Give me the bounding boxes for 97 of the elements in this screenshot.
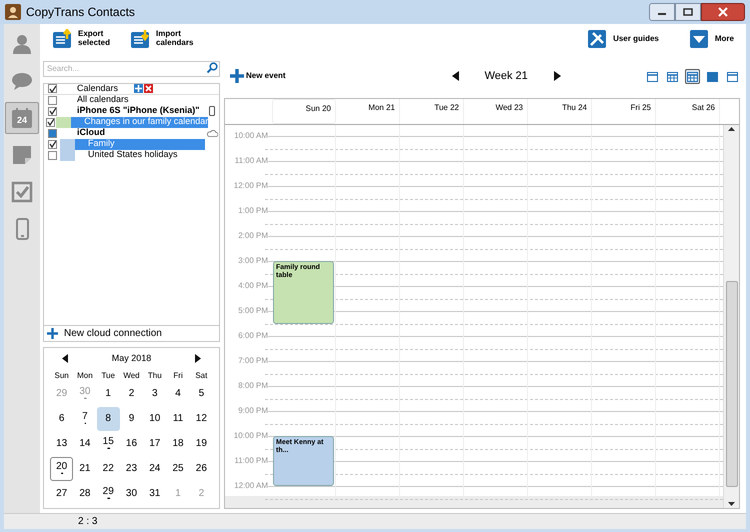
weekday-label: Tue bbox=[100, 370, 116, 382]
date-cell[interactable]: 12 bbox=[190, 407, 213, 431]
date-cell[interactable]: 26 bbox=[190, 457, 213, 481]
new-cloud-connection-button[interactable]: New cloud connection bbox=[43, 326, 220, 342]
task-icon bbox=[11, 181, 33, 203]
export-icon bbox=[52, 29, 72, 49]
scroll-up-icon[interactable] bbox=[728, 127, 735, 131]
close-icon bbox=[718, 7, 728, 17]
day-header: Thu 24 bbox=[528, 99, 592, 124]
day-header: Fri 25 bbox=[592, 99, 656, 124]
more-icon bbox=[688, 29, 709, 49]
maximize-button[interactable] bbox=[675, 3, 701, 21]
calendar-row[interactable]: iCloud bbox=[44, 128, 219, 138]
next-week-button[interactable] bbox=[554, 71, 561, 81]
calendar-row[interactable]: iPhone 6S "iPhone (Ksenia)" bbox=[44, 106, 219, 116]
vertical-scrollbar[interactable] bbox=[723, 125, 739, 508]
day-header: Wed 23 bbox=[464, 99, 528, 124]
color-swatch bbox=[60, 150, 75, 160]
day-header: Tue 22 bbox=[400, 99, 464, 124]
date-cell[interactable]: 23 bbox=[120, 457, 144, 481]
weekday-label: Mon bbox=[76, 370, 94, 382]
app-icon bbox=[5, 4, 21, 20]
date-cell[interactable]: 27 bbox=[50, 482, 74, 506]
date-cell[interactable]: 11 bbox=[166, 407, 190, 431]
date-cell[interactable]: 5 bbox=[190, 382, 213, 406]
more-button[interactable]: More bbox=[688, 29, 734, 49]
status-text: 2 : 3 bbox=[78, 515, 98, 529]
plus-icon bbox=[230, 69, 244, 83]
weekday-label: Thu bbox=[146, 370, 163, 382]
week-label: Week 21 bbox=[484, 68, 528, 84]
tools-button[interactable]: User guides bbox=[587, 29, 659, 49]
window-title: CopyTrans Contacts bbox=[26, 4, 135, 21]
date-cell[interactable]: 13 bbox=[50, 432, 74, 456]
new-event-button[interactable]: New event bbox=[230, 69, 286, 83]
date-cell[interactable]: 3 bbox=[143, 382, 166, 406]
date-cell[interactable]: 24 bbox=[143, 457, 166, 481]
date-cell[interactable]: 1 bbox=[96, 382, 120, 406]
date-cell[interactable]: 2 bbox=[120, 382, 144, 406]
cloud-icon bbox=[206, 130, 218, 136]
month-label: May 2018 bbox=[112, 352, 152, 365]
date-cell[interactable]: 4 bbox=[166, 382, 190, 406]
weekday-label: Fri bbox=[172, 370, 184, 382]
checkbox[interactable] bbox=[48, 140, 56, 148]
previous-week-button[interactable] bbox=[452, 71, 459, 81]
color-swatch bbox=[60, 138, 75, 150]
plus-icon bbox=[47, 328, 58, 338]
weekday-label: Sun bbox=[54, 370, 70, 382]
date-cell[interactable]: 25 bbox=[166, 457, 190, 481]
date-cell[interactable]: 30 bbox=[120, 482, 144, 506]
date-cell[interactable]: 10 bbox=[143, 407, 166, 431]
close-button[interactable] bbox=[701, 3, 745, 21]
date-cell[interactable]: 28 bbox=[73, 482, 97, 506]
color-swatch bbox=[56, 116, 72, 128]
date-cell[interactable]: 22 bbox=[96, 457, 120, 481]
minimize-button[interactable] bbox=[649, 3, 675, 21]
day-header: Mon 21 bbox=[336, 99, 400, 124]
column-header: Calendars bbox=[77, 82, 118, 95]
calendar-row[interactable]: United States holidays bbox=[44, 150, 219, 160]
note-icon bbox=[11, 144, 33, 166]
date-cell[interactable]: 8 bbox=[96, 407, 120, 431]
date-cell[interactable]: 16 bbox=[120, 432, 144, 456]
date-cell[interactable]: 9 bbox=[120, 407, 144, 431]
checkbox[interactable] bbox=[46, 118, 55, 126]
phone-icon bbox=[209, 106, 215, 116]
search-icon[interactable] bbox=[206, 62, 218, 74]
checkbox[interactable] bbox=[48, 106, 56, 116]
date-cell[interactable]: 21 bbox=[73, 457, 97, 481]
maximize-icon bbox=[683, 8, 693, 16]
checkbox[interactable] bbox=[48, 96, 56, 104]
search-field[interactable]: Search... bbox=[43, 60, 220, 76]
day-header: Sat 26 bbox=[656, 99, 720, 124]
day-header: Sun 20 bbox=[272, 99, 336, 124]
calendar-view-button[interactable] bbox=[685, 68, 700, 84]
calendar-date-text: 24 bbox=[16, 114, 27, 127]
calendar-row[interactable]: All calendars bbox=[44, 94, 219, 106]
scroll-down-icon[interactable] bbox=[728, 502, 735, 506]
horizontal-scrollbar[interactable] bbox=[225, 496, 723, 508]
date-cell[interactable]: 14 bbox=[73, 432, 97, 456]
weekday-label: Wed bbox=[122, 370, 141, 382]
date-cell[interactable]: 19 bbox=[190, 432, 213, 456]
chat-icon bbox=[11, 70, 33, 92]
import-button[interactable]: Import calendars bbox=[130, 29, 194, 49]
previous-month-button[interactable] bbox=[62, 354, 68, 363]
checkbox[interactable] bbox=[48, 150, 56, 160]
checkbox[interactable] bbox=[48, 128, 56, 138]
person-icon bbox=[11, 33, 33, 55]
date-cell[interactable]: 17 bbox=[143, 432, 166, 456]
add-icon[interactable] bbox=[134, 84, 144, 93]
date-cell[interactable]: 18 bbox=[166, 432, 190, 456]
delete-icon[interactable] bbox=[144, 84, 154, 93]
checkbox[interactable] bbox=[48, 84, 56, 93]
next-month-button[interactable] bbox=[195, 354, 201, 363]
date-cell[interactable]: 6 bbox=[50, 407, 74, 431]
export-button[interactable]: Export selected bbox=[52, 29, 110, 49]
import-icon bbox=[130, 29, 150, 49]
date-cell[interactable]: 31 bbox=[143, 482, 166, 506]
weekday-label: Sat bbox=[194, 370, 208, 382]
